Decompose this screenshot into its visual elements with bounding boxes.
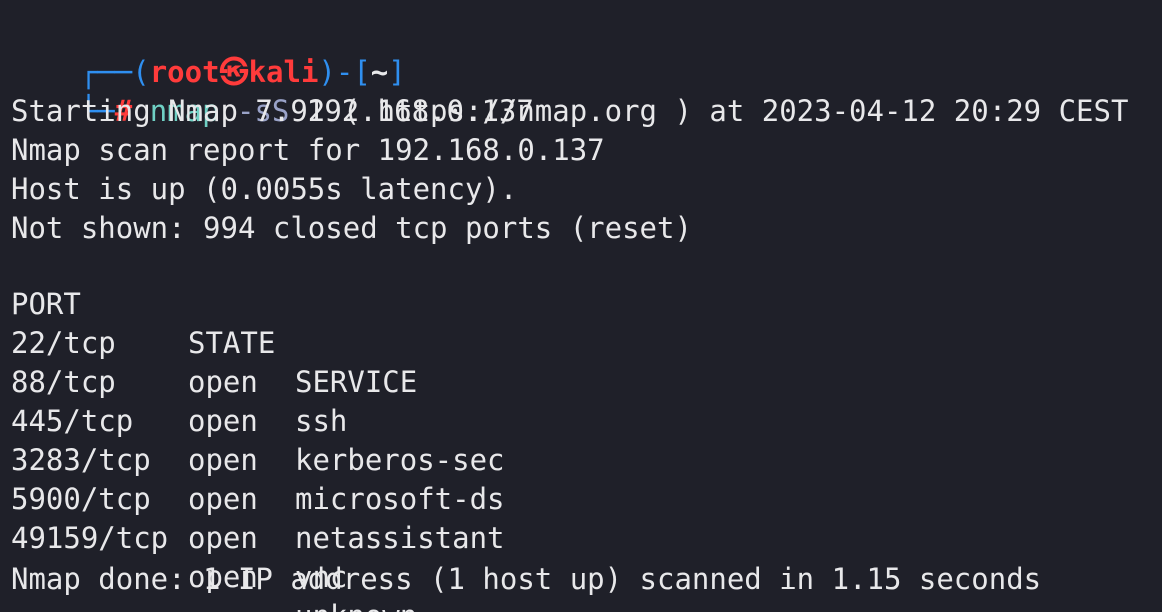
row-service: netassistant	[295, 521, 505, 555]
table-row: 445/tcp open microsoft-ds	[11, 363, 505, 516]
table-row: 22/tcp open ssh	[11, 285, 347, 438]
header-service: SERVICE	[295, 365, 418, 399]
output-host-up: Host is up (0.0055s latency).	[11, 172, 518, 206]
row-service: microsoft-ds	[295, 482, 505, 516]
row-state: open	[188, 521, 258, 555]
prompt-header: ┌──(root㉿kali)-[~]	[10, 14, 406, 89]
output-not-shown: Not shown: 994 closed tcp ports (reset)	[11, 211, 692, 245]
command-line[interactable]: └─# nmap -sS 192.168.0.137	[10, 53, 534, 128]
row-service: unknown	[295, 597, 417, 612]
terminal-window[interactable]: ┌──(root㉿kali)-[~] └─# nmap -sS 192.168.…	[0, 0, 1162, 612]
row-service: kerberos-sec	[295, 443, 505, 477]
row-state: open	[188, 443, 258, 477]
row-port: 49159/tcp	[11, 521, 169, 555]
header-state: STATE	[188, 326, 276, 360]
row-state: open	[188, 482, 258, 516]
output-scan-report: Nmap scan report for 192.168.0.137	[11, 133, 605, 167]
table-row: 49159/tcp open unknown	[11, 480, 417, 612]
table-row: 5900/tcp open vnc	[11, 441, 347, 594]
table-row: 3283/tcp open netassistant	[11, 402, 505, 555]
output-starting: Starting Nmap 7.92 ( https://nmap.org ) …	[11, 94, 1129, 128]
row-state: open	[188, 365, 258, 399]
table-header: PORT STATE SERVICE	[11, 246, 417, 399]
row-service: ssh	[295, 404, 348, 438]
table-row: 88/tcp open kerberos-sec	[11, 324, 505, 477]
row-state: open	[188, 404, 258, 438]
output-done: Nmap done: 1 IP address (1 host up) scan…	[11, 562, 1042, 596]
